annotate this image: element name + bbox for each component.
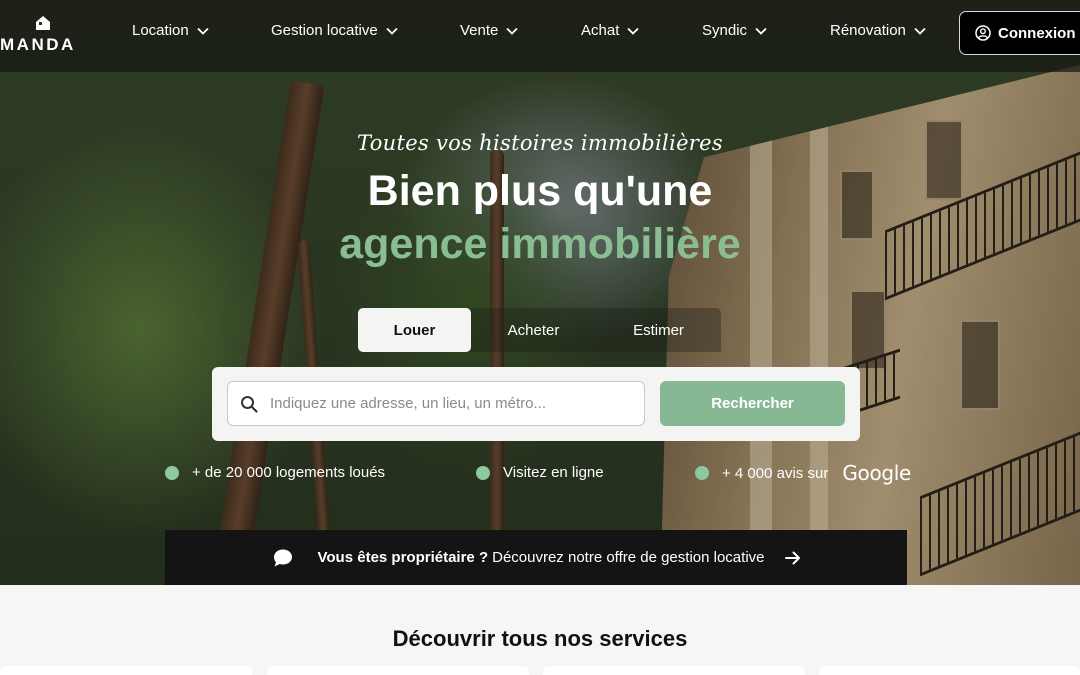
nav-label: Rénovation [830,22,906,39]
chevron-down-icon [197,27,209,35]
tab-louer[interactable]: Louer [358,308,471,352]
feature-text: + 4 000 avis sur [722,464,829,482]
hero-tagline: Toutes vos histoires immobilières [357,131,723,155]
tab-estimer[interactable]: Estimer [596,308,721,352]
hero-background [0,0,1080,585]
login-label: Connexion [998,24,1076,42]
chevron-down-icon [914,27,926,35]
feature-reviews: + 4 000 avis sur Google [695,461,911,485]
nav-label: Vente [460,22,499,39]
hero-headline-line2: agence immobilière [339,220,741,268]
service-card[interactable] [819,666,1080,675]
owner-banner[interactable]: Vous êtes propriétaire ? Découvrez notre… [165,530,907,585]
arrow-right-icon [784,551,800,564]
search-field[interactable] [227,381,645,426]
chevron-down-icon [386,27,398,35]
nav-label: Gestion locative [271,22,378,39]
feature-text: + de 20 000 logements loués [192,464,386,481]
hero-headline-line1: Bien plus qu'une [367,167,713,215]
house-logo-icon [36,16,50,30]
nav-location[interactable]: Location [132,22,209,39]
service-card[interactable] [267,666,529,675]
nav-gestion-locative[interactable]: Gestion locative [271,22,398,39]
nav-label: Achat [581,22,620,39]
brand-name: MANDA [0,35,76,54]
chevron-down-icon [506,27,519,35]
top-navigation-bar: MANDA Location Gestion locative Vente Ac… [0,0,1080,72]
bullet-dot-icon [165,465,179,480]
search-panel: Rechercher [212,367,860,441]
feature-text: Visitez en ligne [503,464,604,481]
feature-online-visit: Visitez en ligne [476,464,604,481]
google-logo[interactable]: Google [842,461,911,485]
service-card[interactable] [543,666,805,675]
bullet-dot-icon [695,466,709,480]
search-input[interactable] [270,395,640,412]
tab-acheter[interactable]: Acheter [471,308,596,352]
nav-achat[interactable]: Achat [581,22,639,39]
brand-logo[interactable]: MANDA [0,14,90,54]
nav-vente[interactable]: Vente [460,22,519,39]
nav-syndic[interactable]: Syndic [702,22,767,39]
user-circle-icon [975,25,991,41]
search-button[interactable]: Rechercher [660,381,845,426]
nav-label: Location [132,22,189,39]
feature-rentals: + de 20 000 logements loués [165,464,385,481]
nav-label: Syndic [702,22,748,39]
owner-banner-text: Découvrez notre offre de gestion locativ… [492,549,765,566]
nav-renovation[interactable]: Rénovation [830,22,926,39]
bullet-dot-icon [476,465,490,480]
chevron-down-icon [755,27,767,35]
login-button[interactable]: Connexion [959,11,1080,55]
chevron-down-icon [627,27,639,35]
service-card[interactable] [0,666,252,675]
owner-banner-question: Vous êtes propriétaire ? [317,549,489,566]
search-mode-tabs: Louer Acheter Estimer [358,308,721,352]
search-icon [241,395,258,413]
services-title: Découvrir tous nos services [392,626,688,651]
chat-bubble-icon [273,549,292,566]
